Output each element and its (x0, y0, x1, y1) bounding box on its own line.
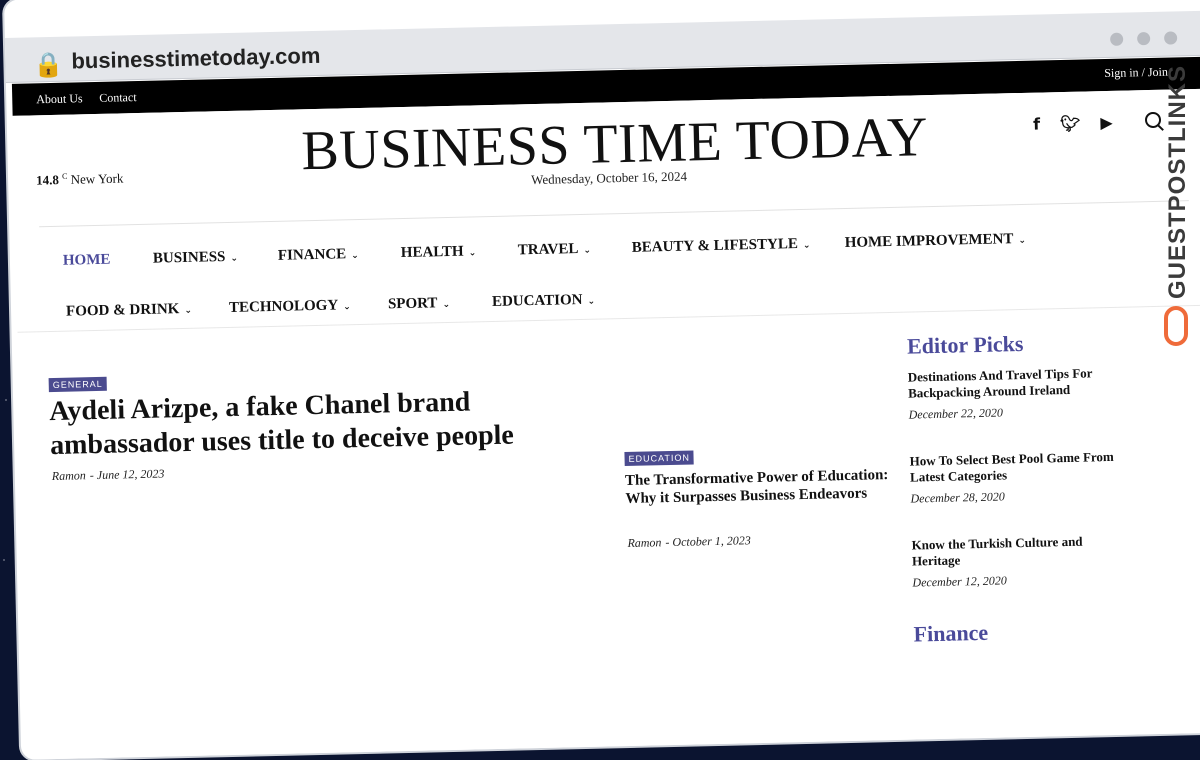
second-article-meta: Ramon - October 1, 2023 (627, 533, 751, 551)
nav-label: TECHNOLOGY (228, 297, 339, 316)
editor-pick-title[interactable]: Know the Turkish Culture and Heritage (911, 533, 1122, 570)
editor-picks-heading: Editor Picks (906, 330, 1024, 359)
chevron-down-icon: ⌄ (442, 299, 451, 311)
nav-item-travel[interactable]: TRAVEL ⌄ (518, 241, 592, 260)
weather-unit: C (61, 171, 68, 181)
finance-heading: Finance (913, 619, 989, 647)
nav-label: EDUCATION (491, 291, 583, 311)
nav-item-food-drink[interactable]: FOOD & DRINK ⌄ (66, 301, 192, 321)
nav-label: BEAUTY & LIFESTYLE (631, 236, 799, 256)
window-dot-icon[interactable] (1164, 31, 1178, 45)
nav-label: TRAVEL (517, 241, 579, 259)
nav-item-health[interactable]: HEALTH ⌄ (401, 243, 477, 262)
nav-label: HEALTH (400, 243, 464, 262)
weather-widget: 14.8 C New York (36, 170, 124, 188)
nav-label: BUSINESS (152, 249, 226, 267)
browser-window: 🔒 businesstimetoday.com About Us Contact… (4, 0, 1200, 760)
editor-pick-date: December 12, 2020 (912, 573, 1007, 590)
nav-label: HOME IMPROVEMENT (844, 231, 1014, 251)
window-dot-icon[interactable] (1137, 32, 1151, 46)
chevron-down-icon: ⌄ (587, 296, 596, 307)
nav-item-education[interactable]: EDUCATION ⌄ (492, 292, 595, 311)
nav-label: HOME (62, 251, 111, 269)
watermark-text: GUESTPOSTLINKS (1164, 64, 1191, 300)
editor-pick-title[interactable]: How To Select Best Pool Game From Latest… (910, 449, 1121, 486)
about-us-link[interactable]: About Us (36, 91, 83, 107)
twitter-icon[interactable]: 🐦︎ (1060, 114, 1081, 133)
editor-pick-title[interactable]: Destinations And Travel Tips For Backpac… (908, 365, 1119, 402)
editor-pick-item[interactable]: Know the Turkish Culture and Heritage De… (911, 533, 1122, 591)
weather-city: New York (70, 170, 124, 187)
youtube-icon[interactable]: ▶ (1100, 113, 1113, 132)
page-content: 14.8 C New York BUSINESS TIME TODAY Wedn… (12, 88, 1200, 760)
header-date: Wednesday, October 16, 2024 (531, 168, 688, 188)
facebook-icon[interactable]: f (1033, 115, 1040, 134)
article-author[interactable]: Ramon (627, 535, 661, 550)
nav-item-home-improvement[interactable]: HOME IMPROVEMENT ⌄ (845, 231, 1027, 252)
chevron-down-icon: ⌄ (468, 248, 477, 259)
category-badge[interactable]: EDUCATION (624, 450, 695, 467)
nav-item-sport[interactable]: SPORT ⌄ (388, 295, 450, 313)
editor-pick-item[interactable]: How To Select Best Pool Game From Latest… (910, 449, 1121, 507)
chevron-down-icon: ⌄ (802, 240, 811, 251)
window-dot-icon[interactable] (1110, 32, 1124, 46)
nav-label: FOOD & DRINK (65, 301, 180, 320)
nav-label: SPORT (387, 295, 438, 313)
social-links: f 🐦︎ ▶ (1033, 113, 1113, 134)
article-date: - October 1, 2023 (665, 533, 751, 550)
chevron-down-icon: ⌄ (343, 302, 351, 313)
chevron-down-icon: ⌄ (583, 245, 592, 256)
nav-divider (39, 200, 1189, 228)
weather-temp: 14.8 (35, 172, 60, 188)
editor-pick-date: December 28, 2020 (910, 489, 1005, 506)
link-chain-icon (1164, 306, 1188, 346)
main-article-title[interactable]: Aydeli Arizpe, a fake Chanel brand ambas… (49, 383, 570, 463)
main-article-meta: Ramon - June 12, 2023 (52, 466, 165, 484)
nav-item-home[interactable]: HOME (63, 252, 111, 270)
nav-item-technology[interactable]: TECHNOLOGY ⌄ (229, 297, 351, 317)
window-controls (1110, 31, 1178, 46)
nav-item-business[interactable]: BUSINESS ⌄ (153, 249, 238, 268)
second-article-title[interactable]: The Transformative Power of Education: W… (625, 466, 894, 508)
nav-bottom-divider (17, 304, 1200, 333)
chevron-down-icon: ⌄ (184, 305, 193, 316)
editor-pick-item[interactable]: Destinations And Travel Tips For Backpac… (908, 365, 1119, 423)
chevron-down-icon: ⌄ (351, 251, 359, 262)
contact-link[interactable]: Contact (99, 90, 137, 106)
nav-item-finance[interactable]: FINANCE ⌄ (278, 246, 359, 265)
editor-pick-date: December 22, 2020 (908, 405, 1004, 422)
guestpostlinks-watermark: GUESTPOSTLINKS (1158, 58, 1194, 358)
nav-label: FINANCE (277, 246, 347, 264)
url-text[interactable]: businesstimetoday.com (71, 43, 321, 75)
article-author[interactable]: Ramon (52, 468, 86, 483)
chevron-down-icon: ⌄ (230, 253, 239, 264)
main-navigation: HOME BUSINESS ⌄ FINANCE ⌄ HEALTH ⌄ TRAVEL ⌄ … (39, 207, 1189, 320)
lock-icon: 🔒 (33, 50, 64, 80)
article-date: - June 12, 2023 (89, 466, 165, 483)
nav-item-beauty-lifestyle[interactable]: BEAUTY & LIFESTYLE ⌄ (632, 236, 811, 257)
category-badge[interactable]: GENERAL (48, 376, 107, 393)
chevron-down-icon: ⌄ (1018, 235, 1027, 247)
